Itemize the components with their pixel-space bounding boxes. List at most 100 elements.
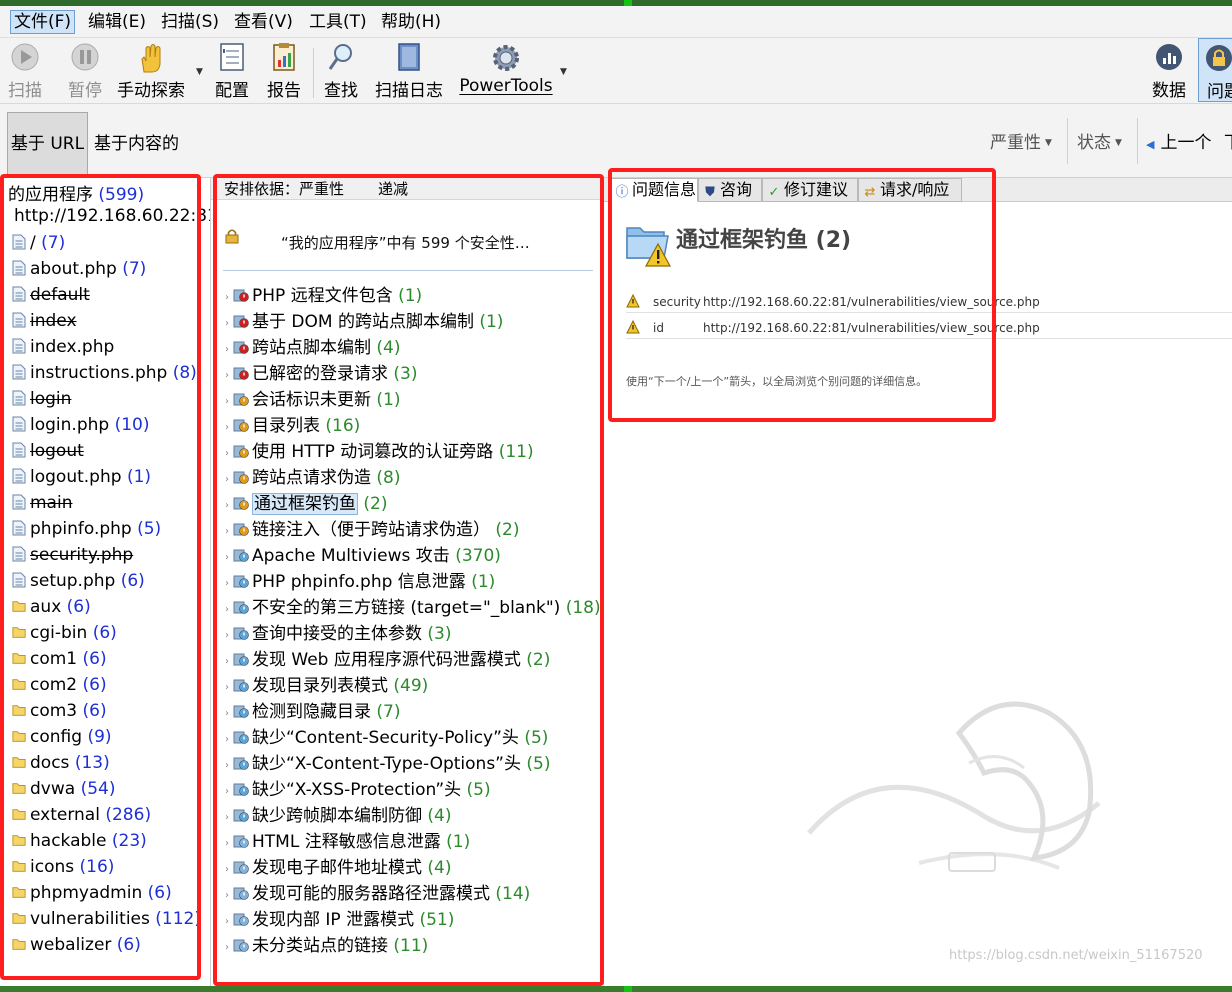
issue-item[interactable]: › 检测到隐藏目录 (7) [225, 699, 401, 725]
powertools-button[interactable]: PowerTools [458, 38, 554, 102]
scan-button[interactable]: 扫描 [4, 38, 46, 102]
issue-item[interactable]: › 未分类站点的链接 (11) [225, 933, 428, 959]
expand-arrow-icon[interactable]: › [225, 415, 233, 441]
issue-item[interactable]: › 发现 Web 应用程序源代码泄露模式 (2) [225, 647, 550, 673]
expand-arrow-icon[interactable]: › [225, 571, 233, 597]
expand-arrow-icon[interactable]: › [225, 649, 233, 675]
expand-arrow-icon[interactable]: › [225, 493, 233, 519]
issue-item[interactable]: › 目录列表 (16) [225, 413, 360, 439]
issue-item[interactable]: › 会话标识未更新 (1) [225, 387, 401, 413]
issue-item[interactable]: › 发现可能的服务器路径泄露模式 (14) [225, 881, 530, 907]
param-row[interactable]: id http://192.168.60.22:81/vulnerabiliti… [626, 317, 1232, 339]
next-issue-button[interactable]: 下 [1224, 128, 1232, 158]
tree-item[interactable]: hackable (23) [12, 828, 147, 854]
issue-item[interactable]: › 跨站点脚本编制 (4) [225, 335, 401, 361]
issue-item[interactable]: › 基于 DOM 的跨站点脚本编制 (1) [225, 309, 503, 335]
previous-issue-button[interactable]: ◀ 上一个 [1146, 128, 1211, 158]
menu-tools[interactable]: 工具(T) [306, 10, 370, 34]
expand-arrow-icon[interactable]: › [225, 441, 233, 467]
scan-log-button[interactable]: 扫描日志 [374, 38, 444, 102]
issue-item[interactable]: › 发现目录列表模式 (49) [225, 673, 428, 699]
issue-item[interactable]: › 链接注入（便于跨站请求伪造） (2) [225, 517, 520, 543]
expand-arrow-icon[interactable]: › [225, 389, 233, 415]
tab-request-response[interactable]: ⇄ 请求/响应 [858, 178, 962, 202]
expand-arrow-icon[interactable]: › [225, 701, 233, 727]
issue-item[interactable]: › 缺少跨帧脚本编制防御 (4) [225, 803, 452, 829]
tree-item[interactable]: icons (16) [12, 854, 114, 880]
tree-item[interactable]: login.php (10) [12, 412, 150, 438]
issue-item[interactable]: › 查询中接受的主体参数 (3) [225, 621, 452, 647]
menu-edit[interactable]: 编辑(E) [85, 10, 149, 34]
powertools-dropdown-icon[interactable]: ▼ [560, 67, 567, 77]
tree-item[interactable]: main [12, 490, 72, 516]
issue-item[interactable]: › 通过框架钓鱼 (2) [225, 491, 388, 517]
report-button[interactable]: 报告 [264, 38, 304, 102]
expand-arrow-icon[interactable]: › [225, 311, 233, 337]
tree-item[interactable]: vulnerabilities (112) [12, 906, 201, 932]
issue-item[interactable]: › 跨站点请求伪造 (8) [225, 465, 401, 491]
param-row[interactable]: security http://192.168.60.22:81/vulnera… [626, 291, 1232, 313]
view-by-url-button[interactable]: 基于 URL [7, 112, 88, 176]
expand-arrow-icon[interactable]: › [225, 935, 233, 961]
expand-arrow-icon[interactable]: › [225, 285, 233, 311]
expand-arrow-icon[interactable]: › [225, 727, 233, 753]
tree-item[interactable]: com3 (6) [12, 698, 107, 724]
expand-arrow-icon[interactable]: › [225, 597, 233, 623]
expand-arrow-icon[interactable]: › [225, 753, 233, 779]
issue-item[interactable]: › Apache Multiviews 攻击 (370) [225, 543, 501, 569]
expand-arrow-icon[interactable]: › [225, 779, 233, 805]
expand-arrow-icon[interactable]: › [225, 909, 233, 935]
issues-view-button[interactable]: 问题 [1198, 38, 1232, 102]
tree-item[interactable]: docs (13) [12, 750, 110, 776]
menu-help[interactable]: 帮助(H) [378, 10, 444, 34]
issue-item[interactable]: › PHP 远程文件包含 (1) [225, 283, 422, 309]
expand-arrow-icon[interactable]: › [225, 831, 233, 857]
expand-arrow-icon[interactable]: › [225, 545, 233, 571]
pause-button[interactable]: 暂停 [64, 38, 106, 102]
issue-item[interactable]: › 缺少“X-Content-Type-Options”头 (5) [225, 751, 550, 777]
tree-item[interactable]: phpinfo.php (5) [12, 516, 161, 542]
tree-item[interactable]: com1 (6) [12, 646, 107, 672]
expand-arrow-icon[interactable]: › [225, 519, 233, 545]
tab-fix-recommendation[interactable]: ✓ 修订建议 [762, 178, 858, 202]
expand-arrow-icon[interactable]: › [225, 337, 233, 363]
tree-item[interactable]: config (9) [12, 724, 112, 750]
tree-item[interactable]: default [12, 282, 90, 308]
issue-item[interactable]: › 缺少“X-XSS-Protection”头 (5) [225, 777, 491, 803]
issue-item[interactable]: › HTML 注释敏感信息泄露 (1) [225, 829, 470, 855]
tab-advisory[interactable]: ⛊ 咨询 [698, 178, 762, 202]
expand-arrow-icon[interactable]: › [225, 675, 233, 701]
manual-explore-button[interactable]: 手动探索 [114, 38, 188, 102]
tree-item[interactable]: / (7) [12, 230, 65, 256]
tree-item[interactable]: cgi-bin (6) [12, 620, 117, 646]
issue-item[interactable]: › PHP phpinfo.php 信息泄露 (1) [225, 569, 495, 595]
expand-arrow-icon[interactable]: › [225, 623, 233, 649]
issue-item[interactable]: › 不安全的第三方链接 (target="_blank") (18) [225, 595, 601, 621]
tree-item[interactable]: login [12, 386, 71, 412]
issue-item[interactable]: › 发现电子邮件地址模式 (4) [225, 855, 452, 881]
expand-arrow-icon[interactable]: › [225, 857, 233, 883]
tree-item[interactable]: about.php (7) [12, 256, 146, 282]
tree-root[interactable]: 的应用程序 (599) [8, 180, 144, 205]
tree-item[interactable]: logout [12, 438, 84, 464]
tree-item[interactable]: instructions.php (8) [12, 360, 197, 386]
menu-file[interactable]: 文件(F) [10, 10, 76, 34]
view-by-content-button[interactable]: 基于内容的 [94, 112, 179, 176]
tree-item[interactable]: aux (6) [12, 594, 91, 620]
tree-item[interactable]: dvwa (54) [12, 776, 116, 802]
severity-filter[interactable]: 严重性 ▼ [990, 128, 1052, 158]
tree-item[interactable]: webalizer (6) [12, 932, 141, 958]
expand-arrow-icon[interactable]: › [225, 467, 233, 493]
status-filter[interactable]: 状态 ▼ [1077, 128, 1122, 158]
config-button[interactable]: 配置 [212, 38, 252, 102]
expand-arrow-icon[interactable]: › [225, 883, 233, 909]
tree-item[interactable]: logout.php (1) [12, 464, 151, 490]
manual-explore-dropdown-icon[interactable]: ▼ [196, 67, 203, 77]
issue-item[interactable]: › 使用 HTTP 动词篡改的认证旁路 (11) [225, 439, 534, 465]
issue-item[interactable]: › 发现内部 IP 泄露模式 (51) [225, 907, 454, 933]
menu-view[interactable]: 查看(V) [231, 10, 296, 34]
expand-arrow-icon[interactable]: › [225, 363, 233, 389]
tree-item[interactable]: security.php [12, 542, 133, 568]
tree-item[interactable]: external (286) [12, 802, 151, 828]
issue-item[interactable]: › 缺少“Content-Security-Policy”头 (5) [225, 725, 548, 751]
